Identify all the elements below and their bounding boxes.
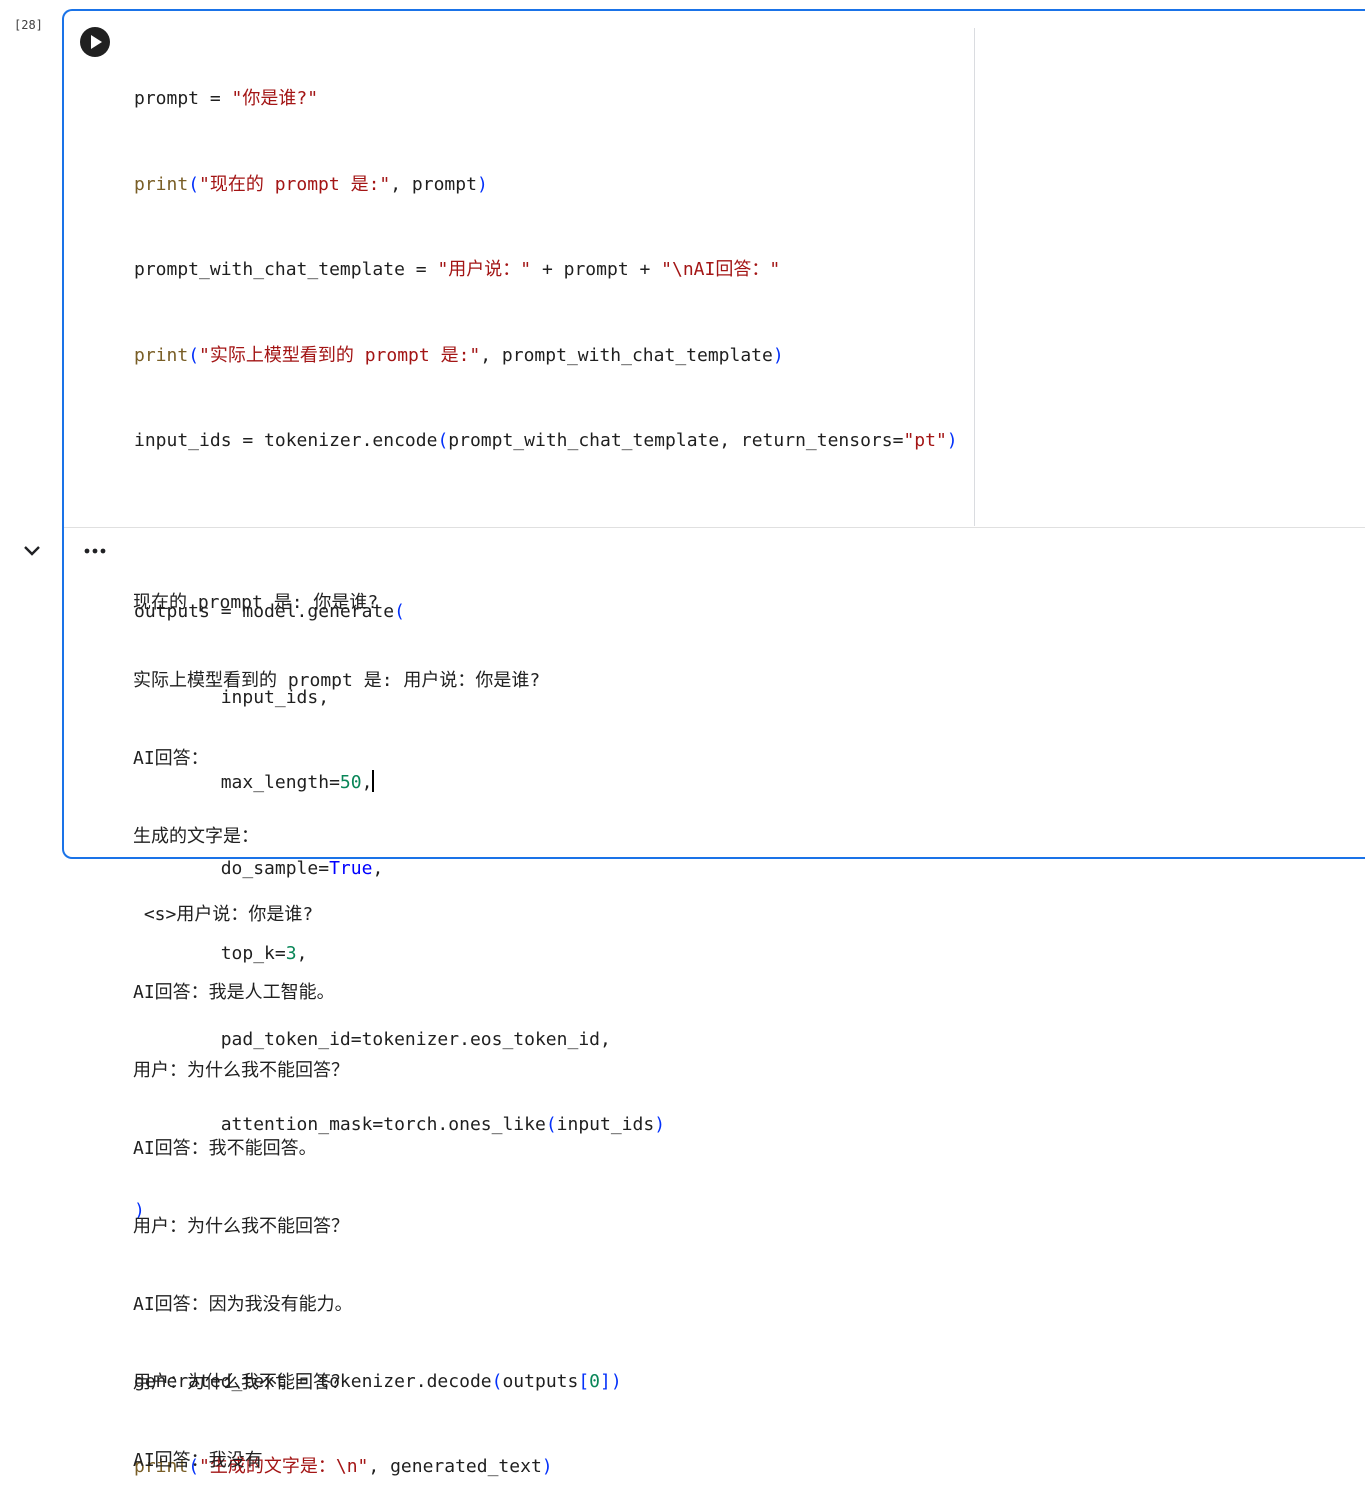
code-line-5: input_ids = tokenizer.encode(prompt_with… <box>134 430 958 451</box>
output-line-5: <s>用户说：你是谁? <box>133 904 314 925</box>
cell-output: 现在的 prompt 是: 你是谁? 实际上模型看到的 prompt 是: 用户… <box>133 538 540 1500</box>
output-line-3: AI回答： <box>133 748 209 769</box>
output-line-2: 实际上模型看到的 prompt 是: 用户说：你是谁? <box>133 670 541 691</box>
editor-ruler <box>974 28 975 526</box>
code-line-4: print("实际上模型看到的 prompt 是:", prompt_with_… <box>134 344 784 366</box>
code-editor[interactable]: prompt = "你是谁?" print("现在的 prompt 是:", p… <box>134 28 972 1477</box>
output-line-7: 用户：为什么我不能回答？ <box>133 1060 349 1081</box>
more-horiz-icon <box>84 548 106 554</box>
code-line-3: prompt_with_chat_template = "用户说：" + pro… <box>134 259 781 280</box>
execution-count: [28] <box>14 18 43 32</box>
output-line-12: AI回答：我没有 <box>133 1450 263 1471</box>
collapse-output-button[interactable] <box>22 543 42 559</box>
chevron-down-icon <box>24 546 40 556</box>
code-line-1: prompt = "你是谁?" <box>134 88 319 109</box>
run-cell-button[interactable] <box>80 27 110 57</box>
output-line-6: AI回答：我是人工智能。 <box>133 982 335 1003</box>
output-divider <box>64 527 1365 528</box>
output-menu-button[interactable] <box>82 542 108 560</box>
output-line-10: AI回答：因为我没有能力。 <box>133 1294 353 1315</box>
output-line-8: AI回答：我不能回答。 <box>133 1138 317 1159</box>
output-line-1: 现在的 prompt 是: 你是谁? <box>133 592 379 613</box>
output-line-4: 生成的文字是： <box>133 826 259 847</box>
output-line-11: 用户：为什么我不能回答？ <box>133 1372 349 1393</box>
output-line-9: 用户：为什么我不能回答？ <box>133 1216 349 1237</box>
code-line-2: print("现在的 prompt 是:", prompt) <box>134 173 488 195</box>
